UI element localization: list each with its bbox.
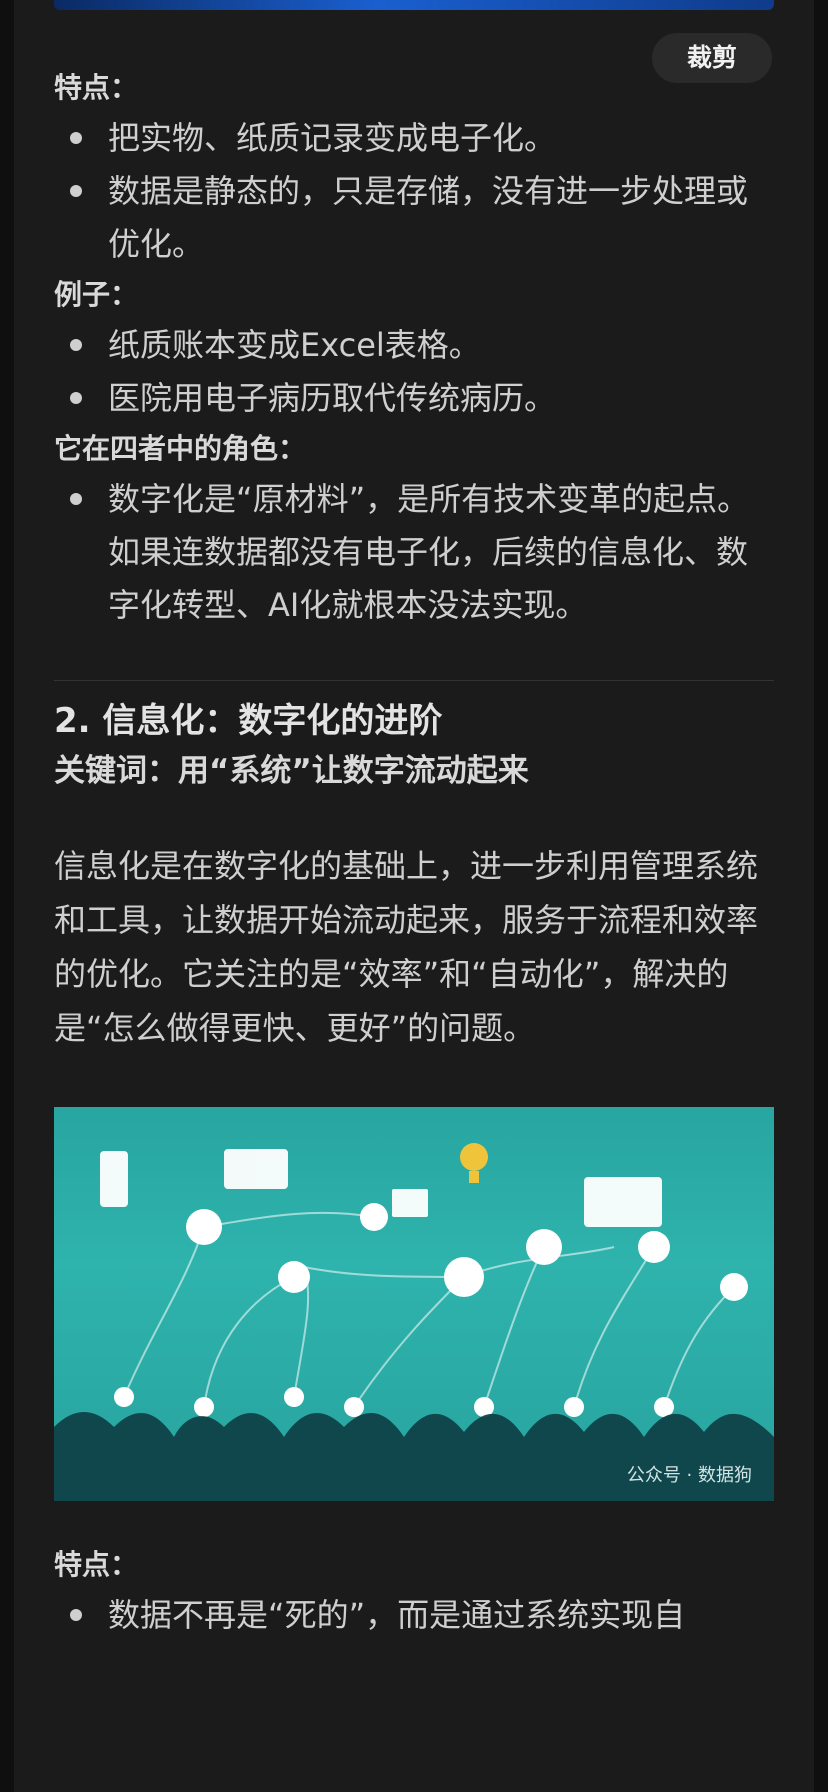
- section-paragraph: 信息化是在数字化的基础上，进一步利用管理系统和工具，让数据开始流动起来，服务于流…: [54, 847, 759, 1047]
- network-illustration-svg: [54, 1143, 774, 1501]
- list-item: 医院用电子病历取代传统病历。: [54, 372, 774, 425]
- section-divider: [54, 680, 774, 681]
- section-title: 2. 信息化：数字化的进阶: [54, 701, 443, 741]
- info-section: 2. 信息化：数字化的进阶 关键词：用“系统”让数字流动起来 信息化是在数字化的…: [54, 695, 774, 1642]
- features-list: 把实物、纸质记录变成电子化。 数据是静态的，只是存储，没有进一步处理或优化。: [54, 112, 774, 271]
- digital-section: 特点： 把实物、纸质记录变成电子化。 数据是静态的，只是存储，没有进一步处理或优…: [54, 64, 774, 632]
- node-icon: [114, 1387, 134, 1407]
- features-label: 特点：: [54, 1548, 139, 1581]
- node-icon: [186, 1209, 222, 1245]
- node-icon: [194, 1397, 214, 1417]
- network-illustration[interactable]: 公众号 · 数据狗: [54, 1107, 774, 1501]
- node-icon: [564, 1397, 584, 1417]
- node-icon: [444, 1257, 484, 1297]
- node-icon: [278, 1261, 310, 1293]
- node-icon: [654, 1397, 674, 1417]
- role-list: 数字化是“原材料”，是所有技术变革的起点。如果连数据都没有电子化，后续的信息化、…: [54, 473, 774, 632]
- features-label: 特点：: [54, 71, 139, 104]
- node-icon: [638, 1231, 670, 1263]
- lightbulb-icon: [460, 1143, 488, 1171]
- left-edge: [0, 0, 14, 1792]
- list-item: 数据不再是“死的”，而是通过系统实现自: [54, 1589, 774, 1642]
- list-item: 纸质账本变成Excel表格。: [54, 319, 774, 372]
- top-image-edge: [54, 0, 774, 10]
- info-features: 特点： 数据不再是“死的”，而是通过系统实现自: [54, 1541, 774, 1642]
- article-content: 特点： 把实物、纸质记录变成电子化。 数据是静态的，只是存储，没有进一步处理或优…: [54, 58, 774, 1642]
- laptop-icon: [584, 1177, 662, 1227]
- node-icon: [360, 1203, 388, 1231]
- examples-label: 例子：: [54, 278, 139, 311]
- node-icon: [344, 1397, 364, 1417]
- node-icon: [720, 1273, 748, 1301]
- image-watermark: 公众号 · 数据狗: [626, 1465, 752, 1486]
- phone-icon: [100, 1151, 128, 1207]
- right-edge: [814, 0, 828, 1792]
- features-list: 数据不再是“死的”，而是通过系统实现自: [54, 1589, 774, 1642]
- mail-icon: [392, 1189, 428, 1217]
- list-item: 把实物、纸质记录变成电子化。: [54, 112, 774, 165]
- monitor-icon: [224, 1149, 288, 1189]
- node-icon: [284, 1387, 304, 1407]
- examples-list: 纸质账本变成Excel表格。 医院用电子病历取代传统病历。: [54, 319, 774, 425]
- node-icon: [526, 1229, 562, 1265]
- section-keyword: 关键词：用“系统”让数字流动起来: [54, 753, 529, 789]
- role-label: 它在四者中的角色：: [54, 432, 307, 465]
- list-item: 数字化是“原材料”，是所有技术变革的起点。如果连数据都没有电子化，后续的信息化、…: [54, 473, 774, 632]
- silhouettes: [54, 1412, 774, 1501]
- list-item: 数据是静态的，只是存储，没有进一步处理或优化。: [54, 165, 774, 271]
